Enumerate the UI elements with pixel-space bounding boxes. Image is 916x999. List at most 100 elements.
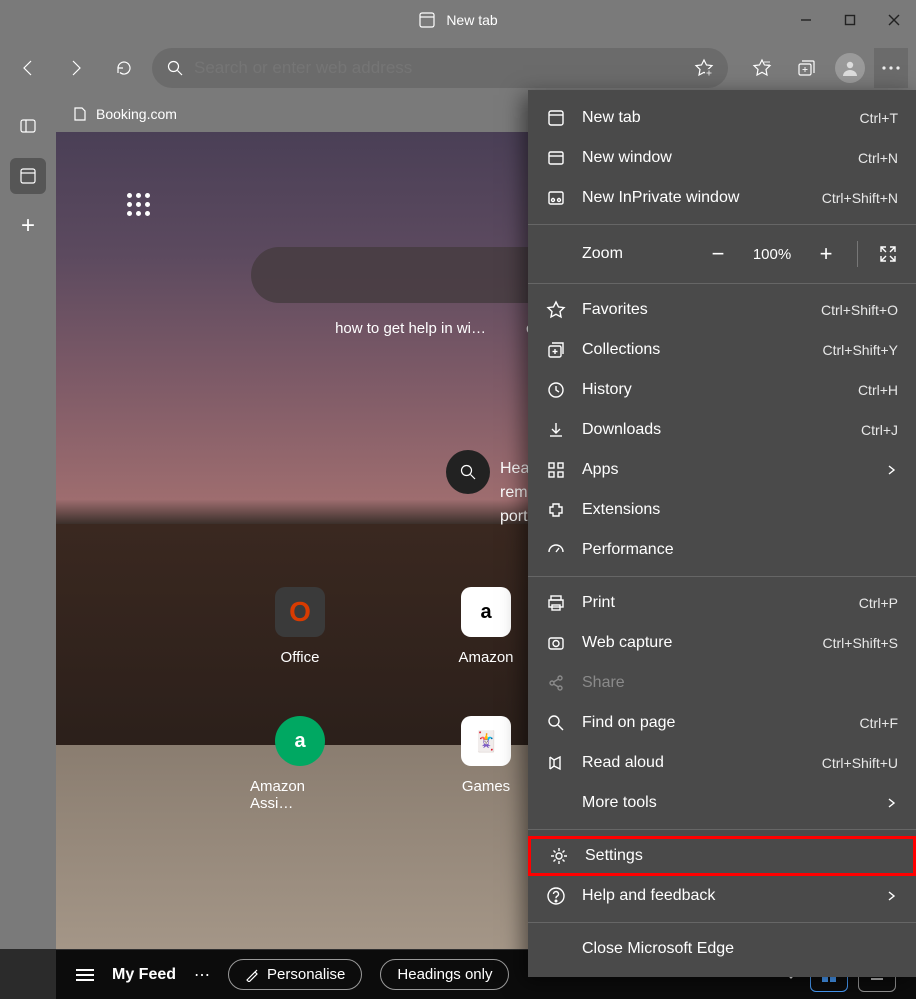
menu-item-performance[interactable]: Performance bbox=[528, 530, 916, 570]
zoom-value: 100% bbox=[749, 246, 795, 263]
new-tab-button[interactable]: + bbox=[10, 208, 46, 244]
layout-button[interactable]: Headings only bbox=[380, 959, 509, 990]
settings-menu: New tabCtrl+TNew windowCtrl+NNew InPriva… bbox=[528, 90, 916, 977]
zoom-row: Zoom− 100% + bbox=[528, 231, 916, 277]
menu-item-favorites[interactable]: Favorites Ctrl+Shift+O bbox=[528, 290, 916, 330]
menu-item-label: Web capture bbox=[582, 634, 807, 652]
menu-item-new-tab[interactable]: New tabCtrl+T bbox=[528, 98, 916, 138]
personalise-button[interactable]: Personalise bbox=[228, 959, 362, 990]
menu-item-label: Performance bbox=[582, 541, 898, 559]
menu-item-label: More tools bbox=[582, 794, 868, 812]
history-icon bbox=[546, 380, 566, 400]
performance-icon bbox=[546, 540, 566, 560]
tab-label: Booking.com bbox=[96, 106, 177, 122]
search-hint-icon[interactable] bbox=[446, 450, 490, 494]
quicklink-label: Amazon Assi… bbox=[250, 778, 350, 812]
menu-item-read-aloud[interactable]: Read aloudCtrl+Shift+U bbox=[528, 743, 916, 783]
quicklink-item[interactable]: aAmazon bbox=[436, 587, 536, 666]
menu-shortcut: Ctrl+N bbox=[858, 150, 898, 166]
favorites-icon bbox=[546, 300, 566, 320]
zoom-label: Zoom bbox=[582, 245, 691, 263]
current-tab-button[interactable] bbox=[10, 158, 46, 194]
feed-more-button[interactable]: ⋯ bbox=[194, 965, 210, 985]
titlebar: New tab bbox=[0, 0, 916, 40]
zoom-out-button[interactable]: − bbox=[707, 241, 729, 267]
menu-item-print[interactable]: Print Ctrl+P bbox=[528, 583, 916, 623]
quicklink-item[interactable]: a Amazon Assi… bbox=[250, 716, 350, 812]
menu-shortcut: Ctrl+J bbox=[861, 422, 898, 438]
read-aloud-icon bbox=[546, 753, 566, 773]
menu-item-label: Collections bbox=[582, 341, 807, 359]
tab-actions-button[interactable] bbox=[10, 108, 46, 144]
chevron-right-icon bbox=[884, 796, 898, 810]
tab-icon bbox=[418, 11, 436, 29]
chevron-right-icon bbox=[884, 889, 898, 903]
address-input[interactable] bbox=[194, 58, 684, 78]
quicklink-item[interactable]: 🃏Games bbox=[436, 716, 536, 795]
more-menu-button[interactable] bbox=[874, 48, 908, 88]
favorites-button[interactable] bbox=[742, 48, 782, 88]
close-button[interactable] bbox=[872, 0, 916, 40]
zoom-in-button[interactable]: + bbox=[815, 241, 837, 267]
menu-shortcut: Ctrl+Shift+Y bbox=[823, 342, 898, 358]
menu-shortcut: Ctrl+H bbox=[858, 382, 898, 398]
menu-item-label: Find on page bbox=[582, 714, 844, 732]
back-button[interactable] bbox=[8, 48, 48, 88]
menu-shortcut: Ctrl+T bbox=[860, 110, 899, 126]
fullscreen-button[interactable] bbox=[878, 244, 898, 264]
menu-item-new-inprivate-window[interactable]: New InPrivate window Ctrl+Shift+N bbox=[528, 178, 916, 218]
quicklink-tile: 🃏 bbox=[461, 716, 511, 766]
menu-item-help-and-feedback[interactable]: Help and feedback bbox=[528, 876, 916, 916]
feed-menu-icon[interactable] bbox=[76, 969, 94, 981]
quicklink-item[interactable]: OOffice bbox=[250, 587, 350, 666]
menu-item-label: New InPrivate window bbox=[582, 189, 806, 207]
menu-item-extensions[interactable]: Extensions bbox=[528, 490, 916, 530]
trend-item[interactable]: how to get help in wi… bbox=[335, 320, 486, 337]
extensions-icon bbox=[546, 500, 566, 520]
address-bar[interactable] bbox=[152, 48, 728, 88]
collections-button[interactable] bbox=[786, 48, 826, 88]
menu-item-apps[interactable]: Apps bbox=[528, 450, 916, 490]
print-icon bbox=[546, 593, 566, 613]
menu-item-label: Print bbox=[582, 594, 843, 612]
tab-booking[interactable]: Booking.com bbox=[72, 106, 177, 122]
new-window-icon bbox=[546, 148, 566, 168]
menu-item-new-window[interactable]: New windowCtrl+N bbox=[528, 138, 916, 178]
menu-shortcut: Ctrl+Shift+U bbox=[822, 755, 898, 771]
menu-item-label: Help and feedback bbox=[582, 887, 868, 905]
add-favorite-icon[interactable] bbox=[694, 58, 714, 78]
toolbar bbox=[0, 40, 916, 96]
refresh-button[interactable] bbox=[104, 48, 144, 88]
share-icon bbox=[546, 673, 566, 693]
app-launcher-button[interactable] bbox=[121, 187, 155, 221]
feed-title: My Feed bbox=[112, 966, 176, 984]
maximize-button[interactable] bbox=[828, 0, 872, 40]
minimize-button[interactable] bbox=[784, 0, 828, 40]
menu-item-label: Share bbox=[582, 674, 898, 692]
inprivate-icon bbox=[546, 188, 566, 208]
collections-icon bbox=[546, 340, 566, 360]
quicklink-tile: a bbox=[461, 587, 511, 637]
quicklink-tile: a bbox=[275, 716, 325, 766]
menu-shortcut: Ctrl+Shift+N bbox=[822, 190, 898, 206]
menu-item-downloads[interactable]: Downloads Ctrl+J bbox=[528, 410, 916, 450]
blank-icon bbox=[546, 793, 566, 813]
chevron-right-icon bbox=[884, 463, 898, 477]
menu-item-settings[interactable]: Settings bbox=[528, 836, 916, 876]
menu-item-more-tools[interactable]: More tools bbox=[528, 783, 916, 823]
menu-item-web-capture[interactable]: Web captureCtrl+Shift+S bbox=[528, 623, 916, 663]
menu-shortcut: Ctrl+P bbox=[859, 595, 898, 611]
menu-item-collections[interactable]: Collections Ctrl+Shift+Y bbox=[528, 330, 916, 370]
menu-item-close-microsoft-edge[interactable]: Close Microsoft Edge bbox=[528, 929, 916, 969]
menu-item-find-on-page[interactable]: Find on pageCtrl+F bbox=[528, 703, 916, 743]
menu-item-history[interactable]: HistoryCtrl+H bbox=[528, 370, 916, 410]
find-icon bbox=[546, 713, 566, 733]
search-hint-text: Hea rem port bbox=[500, 457, 529, 529]
quicklink-label: Office bbox=[281, 649, 320, 666]
menu-item-label: Extensions bbox=[582, 501, 898, 519]
menu-item-label: Favorites bbox=[582, 301, 805, 319]
menu-shortcut: Ctrl+Shift+O bbox=[821, 302, 898, 318]
menu-item-label: Downloads bbox=[582, 421, 845, 439]
profile-button[interactable] bbox=[830, 48, 870, 88]
forward-button[interactable] bbox=[56, 48, 96, 88]
